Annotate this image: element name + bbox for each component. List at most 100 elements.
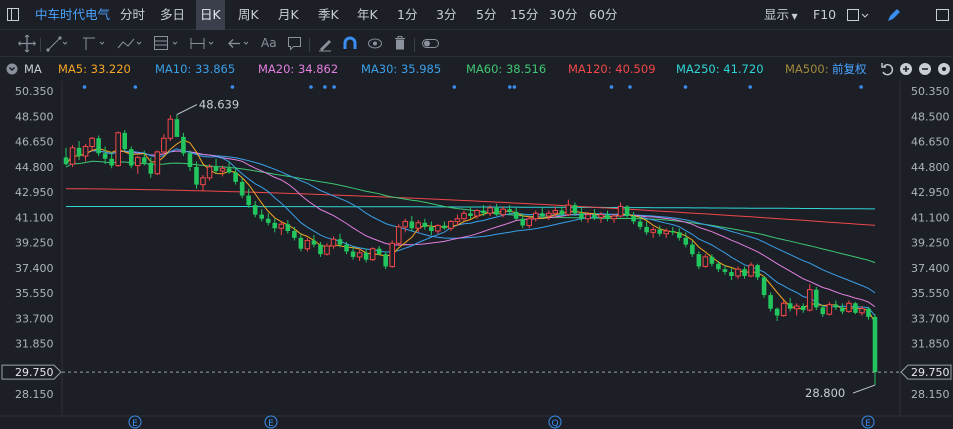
candle-body xyxy=(592,214,597,218)
tab-timeframe[interactable]: 分时 xyxy=(120,0,145,30)
candlestick-chart[interactable]: 50.350 50.350 48.500 48.500 46.650 46.650 44.8… xyxy=(0,81,953,429)
arrow-back-icon[interactable] xyxy=(226,30,252,57)
candle-body xyxy=(376,248,382,255)
collapse-icon[interactable] xyxy=(6,57,18,81)
text-tool-icon[interactable]: Aa xyxy=(261,30,277,57)
candle-body xyxy=(735,268,741,277)
toggle-icon[interactable] xyxy=(421,30,441,57)
timeframe-toolbar: 中车时代电气 分时 多日 日K 周K 月K 季K 年K 1分 3分 5分 15分 30分 60分 显示 … xyxy=(0,0,953,30)
ray-tool-icon[interactable] xyxy=(80,30,106,57)
candle-body xyxy=(716,263,721,270)
candle-body xyxy=(755,265,760,278)
signal-dot xyxy=(609,85,614,89)
trash-icon[interactable] xyxy=(393,30,407,57)
y-tick-label-left: 35.550 xyxy=(15,287,54,300)
zoom-out-icon[interactable] xyxy=(918,57,932,81)
y-tick-label-right: 41.100 xyxy=(911,211,950,224)
ma-item[interactable]: MA250: 41.720 xyxy=(676,57,764,81)
ma-item[interactable]: MA500: xyxy=(785,57,829,81)
adjust-mode-button[interactable]: 前复权 xyxy=(832,57,867,81)
f10-button[interactable]: F10 xyxy=(813,0,836,30)
tab-timeframe[interactable]: 月K xyxy=(278,0,299,30)
tab-timeframe[interactable]: 日K xyxy=(196,0,225,30)
tab-timeframe[interactable]: 3分 xyxy=(436,0,456,30)
candle-body xyxy=(96,138,101,154)
ma-item[interactable]: MA60: 38.516 xyxy=(466,57,546,81)
stock-name[interactable]: 中车时代电气 xyxy=(35,0,110,30)
measure-tool-icon[interactable] xyxy=(189,30,217,57)
comment-icon[interactable] xyxy=(287,30,303,57)
window-icon[interactable] xyxy=(935,0,951,30)
ma-item[interactable]: MA20: 34.862 xyxy=(258,57,338,81)
tab-timeframe[interactable]: 15分 xyxy=(510,0,538,30)
signal-dot xyxy=(859,85,863,89)
crosshair-icon[interactable] xyxy=(16,30,38,57)
tab-timeframe[interactable]: 1分 xyxy=(397,0,417,30)
candle-body xyxy=(729,271,734,276)
candle-body xyxy=(311,240,317,245)
ma-item[interactable]: MA120: 40.509 xyxy=(568,57,656,81)
candle-body xyxy=(161,137,167,153)
pattern-tool-icon[interactable] xyxy=(116,30,144,57)
candle-body xyxy=(89,137,95,147)
tab-timeframe[interactable]: 5分 xyxy=(476,0,496,30)
ma-item[interactable]: MA5: 33.220 xyxy=(58,57,131,81)
candle-body xyxy=(174,119,180,137)
candle-body xyxy=(579,213,584,219)
low-pointer xyxy=(852,384,876,394)
candle-body xyxy=(304,240,311,250)
candle-body xyxy=(422,222,428,227)
candle-body xyxy=(800,306,806,311)
ma-item[interactable]: MA10: 33.865 xyxy=(155,57,235,81)
magnet-icon[interactable] xyxy=(342,30,358,57)
settings-icon[interactable] xyxy=(937,57,951,81)
ma-item[interactable]: MA30: 35.985 xyxy=(361,57,441,81)
zoom-in-icon[interactable] xyxy=(899,57,913,81)
signal-dot xyxy=(332,85,336,89)
checkbox-icon[interactable] xyxy=(846,0,870,30)
tab-timeframe[interactable]: 60分 xyxy=(589,0,617,30)
y-tick-label-right: 46.650 xyxy=(911,136,950,149)
candle-body xyxy=(833,304,839,308)
candle-body xyxy=(637,221,643,227)
low-annotation: 28.800 xyxy=(805,386,845,400)
y-tick-label-left: 46.650 xyxy=(15,136,54,149)
candle-body xyxy=(265,218,271,223)
tab-timeframe[interactable]: 年K xyxy=(357,0,378,30)
eye-icon[interactable] xyxy=(367,30,383,57)
candle-body xyxy=(605,214,610,219)
tab-timeframe[interactable]: 季K xyxy=(318,0,339,30)
ma-label: MA xyxy=(24,62,42,76)
pen-icon[interactable] xyxy=(885,0,901,30)
candle-body xyxy=(526,218,533,227)
signal-dot xyxy=(748,85,752,89)
candle-body xyxy=(442,225,447,229)
y-tick-label-right: 37.400 xyxy=(911,262,950,275)
tab-timeframe[interactable]: 周K xyxy=(238,0,259,30)
candle-body xyxy=(532,212,539,220)
candle-body xyxy=(611,215,617,220)
candle-body xyxy=(435,225,441,232)
candle-body xyxy=(148,162,154,174)
panel-toggle-icon[interactable] xyxy=(6,0,20,30)
eraser-icon[interactable] xyxy=(317,30,333,57)
display-menu[interactable]: 显示 ▼ xyxy=(764,0,798,30)
y-tick-label-right: 50.350 xyxy=(911,85,950,98)
display-label: 显示 xyxy=(764,7,790,22)
candle-body xyxy=(585,214,591,220)
candle-body xyxy=(389,242,395,267)
fib-tool-icon[interactable] xyxy=(152,30,180,57)
candle-body xyxy=(409,221,415,229)
line-tool-icon[interactable] xyxy=(45,30,69,57)
tab-timeframe[interactable]: 多日 xyxy=(160,0,185,30)
candle-body xyxy=(298,237,304,249)
candle-body xyxy=(670,231,676,233)
current-price-label-right: 29.750 xyxy=(911,366,950,379)
undo-icon[interactable] xyxy=(880,57,894,81)
candle-body xyxy=(676,232,682,238)
tab-timeframe[interactable]: 30分 xyxy=(549,0,577,30)
candle-body xyxy=(278,223,285,229)
y-tick-label-left: 48.500 xyxy=(15,110,54,123)
candle-body xyxy=(252,205,258,215)
candle-body xyxy=(115,132,121,167)
